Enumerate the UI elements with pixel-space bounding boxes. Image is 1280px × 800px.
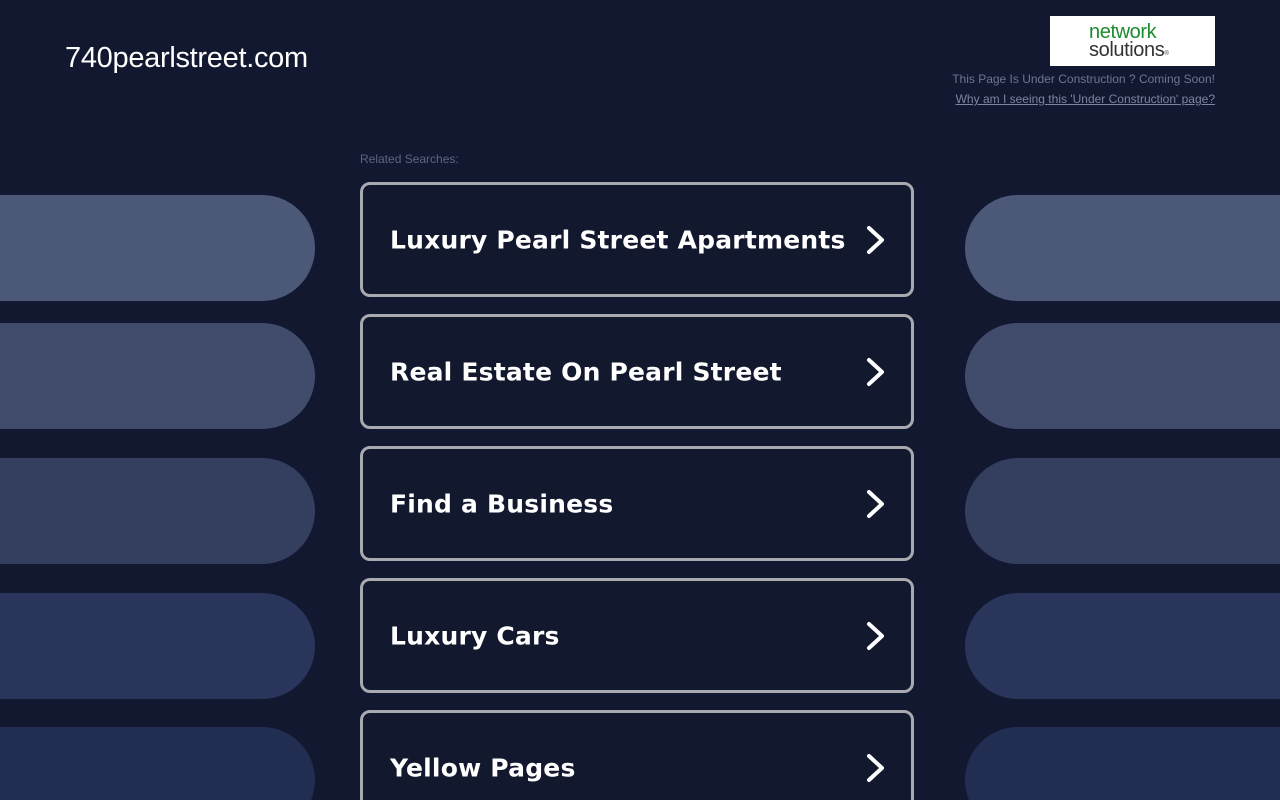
logo-text-solutions-word: solutions — [1089, 39, 1165, 61]
side-pill-right — [965, 195, 1280, 301]
page: 740pearlstreet.com network solutions® Th… — [0, 0, 1280, 800]
related-search-link[interactable]: Luxury Cars — [360, 578, 914, 693]
chevron-right-icon — [867, 489, 884, 518]
related-search-label: Luxury Cars — [390, 621, 560, 650]
related-searches-label: Related Searches: — [360, 152, 459, 166]
chevron-right-icon — [867, 357, 884, 386]
related-search-label: Real Estate On Pearl Street — [390, 357, 782, 386]
side-pill-right — [965, 323, 1280, 429]
side-pill-right — [965, 458, 1280, 564]
related-search-label: Luxury Pearl Street Apartments — [390, 225, 846, 254]
side-pill-left — [0, 195, 315, 301]
domain-title: 740pearlstreet.com — [65, 42, 308, 74]
related-search-link[interactable]: Real Estate On Pearl Street — [360, 314, 914, 429]
related-search-link[interactable]: Luxury Pearl Street Apartments — [360, 182, 914, 297]
under-construction-text: This Page Is Under Construction ? Coming… — [952, 72, 1215, 86]
why-under-construction-link[interactable]: Why am I seeing this 'Under Construction… — [956, 92, 1215, 106]
side-pill-right — [965, 593, 1280, 699]
side-pill-left — [0, 727, 315, 800]
network-solutions-logo[interactable]: network solutions® — [1050, 16, 1215, 66]
side-pill-left — [0, 458, 315, 564]
chevron-right-icon — [867, 621, 884, 650]
logo-text-solutions: solutions® — [1089, 39, 1169, 61]
chevron-right-icon — [867, 753, 884, 782]
related-search-link[interactable]: Find a Business — [360, 446, 914, 561]
side-pill-right — [965, 727, 1280, 800]
side-pill-left — [0, 323, 315, 429]
related-search-label: Find a Business — [390, 489, 614, 518]
logo-registered-mark: ® — [1164, 51, 1169, 57]
side-pill-left — [0, 593, 315, 699]
chevron-right-icon — [867, 225, 884, 254]
related-search-link[interactable]: Yellow Pages — [360, 710, 914, 800]
related-search-label: Yellow Pages — [390, 753, 576, 782]
